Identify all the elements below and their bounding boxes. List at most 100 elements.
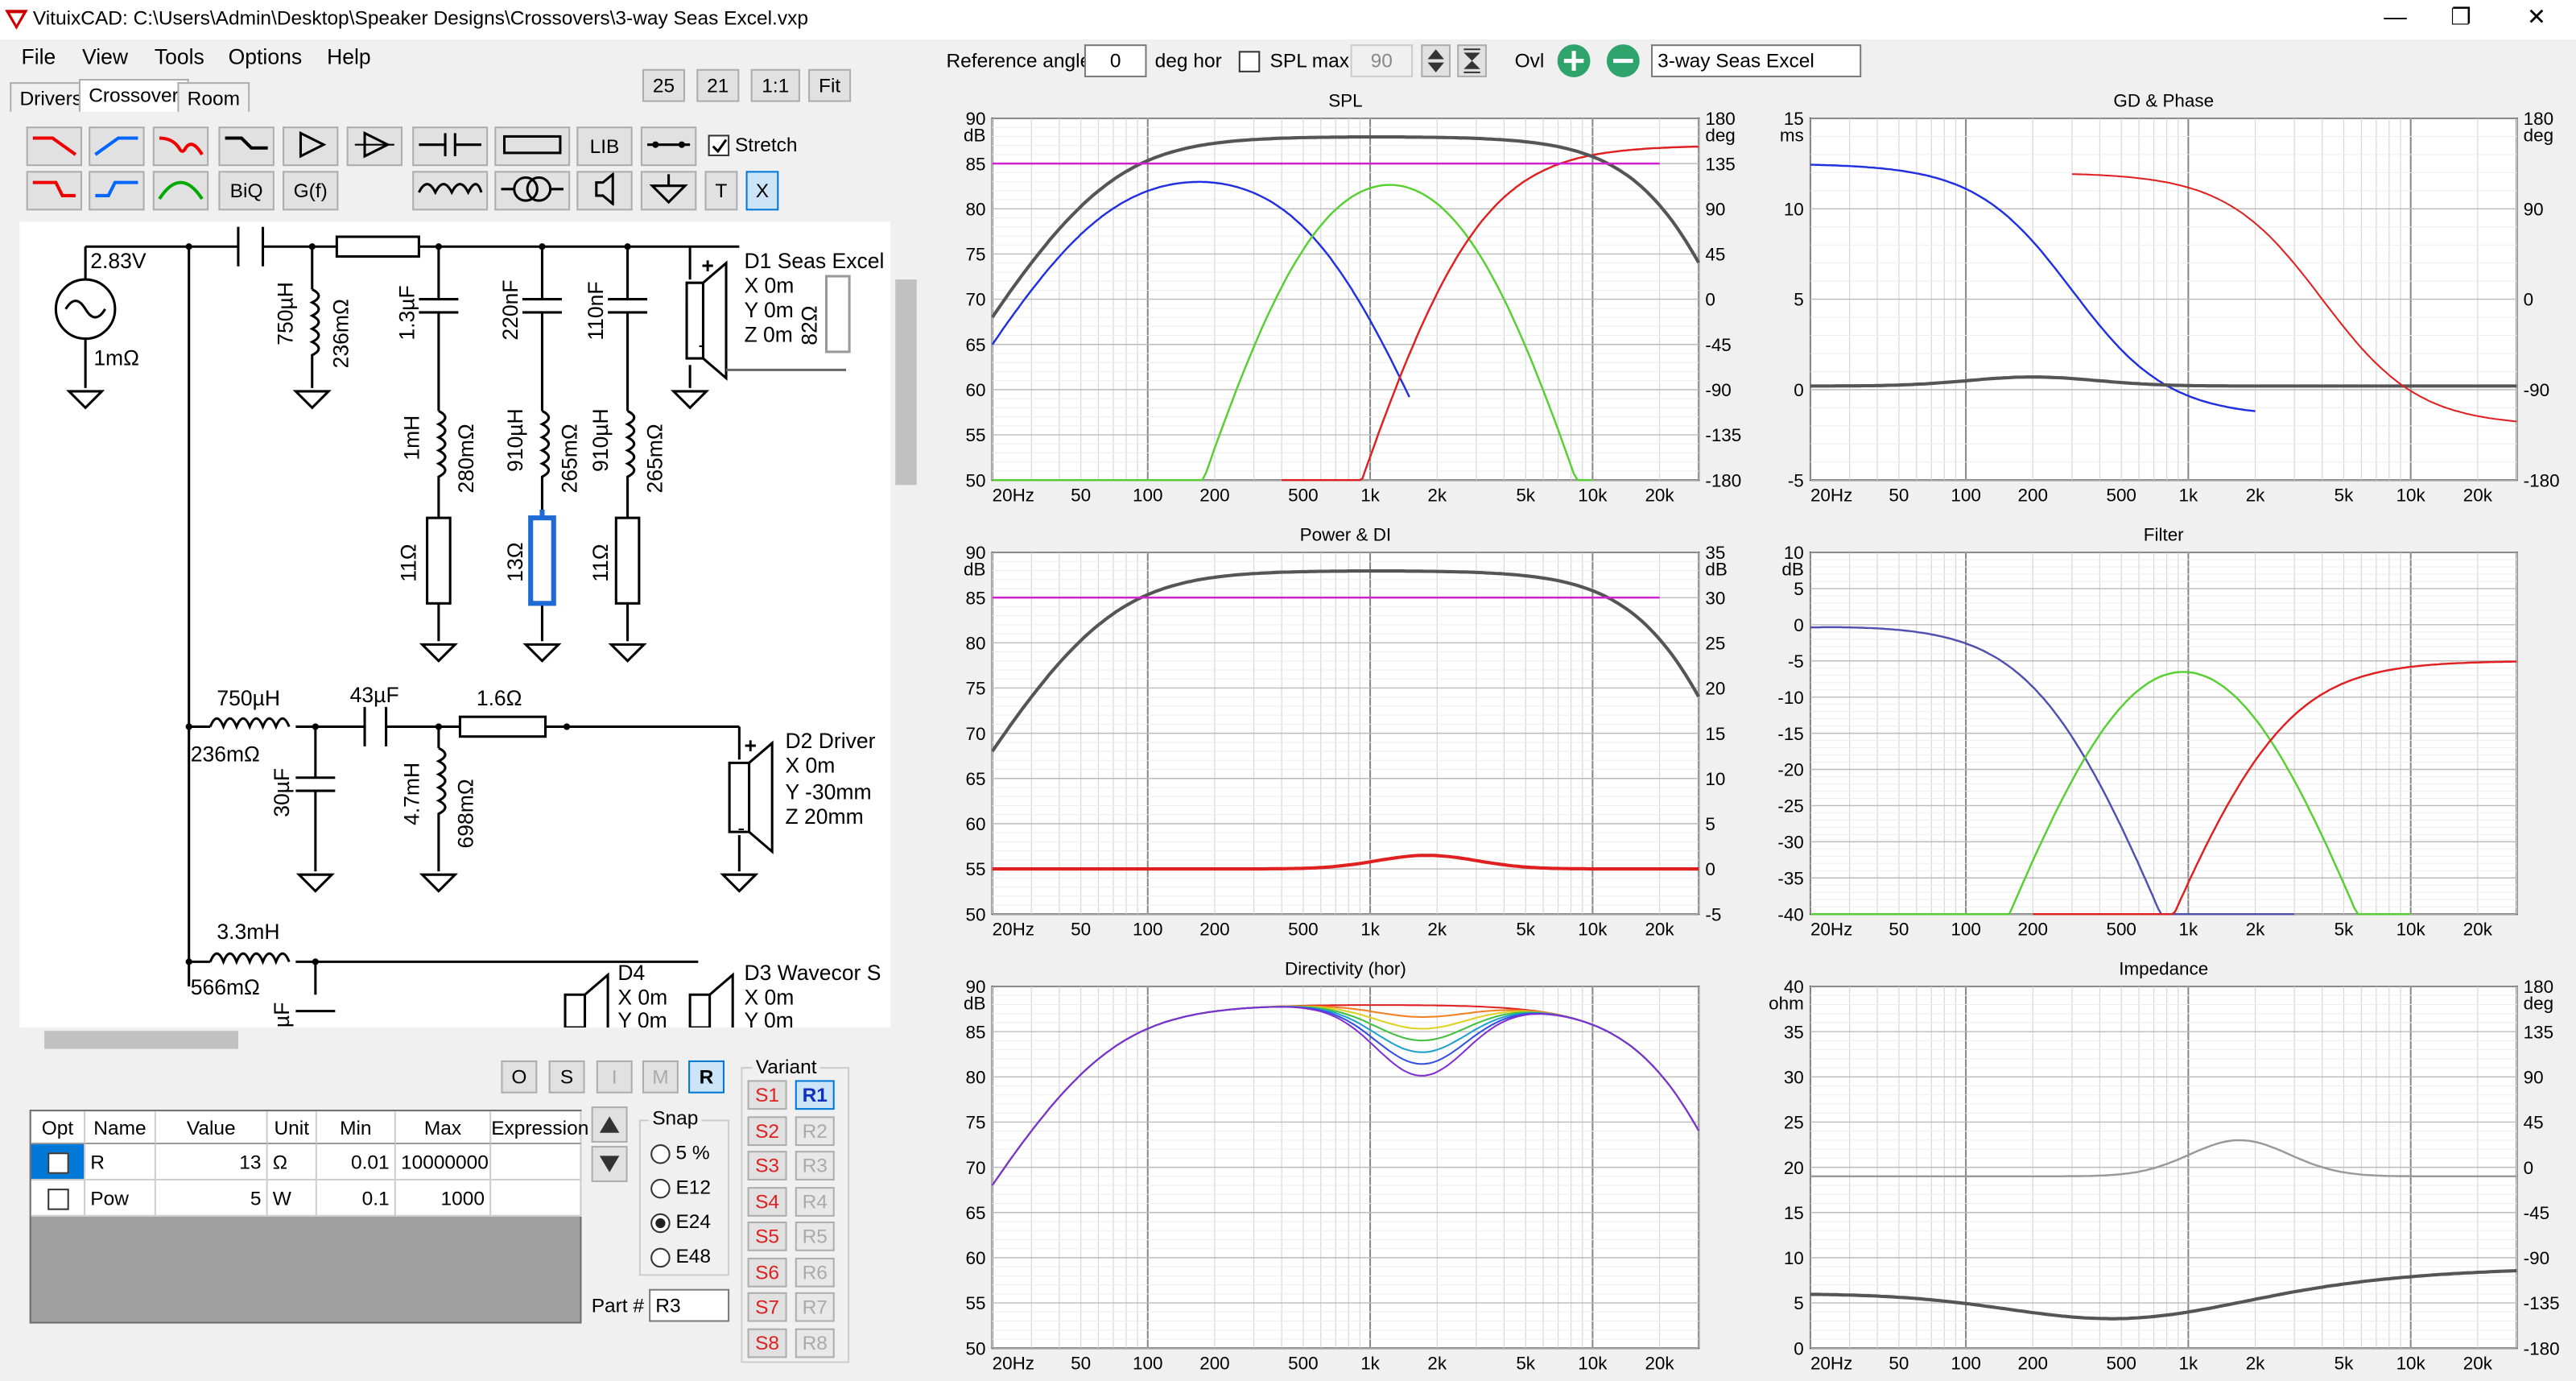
variant-r8-button[interactable]: R8	[795, 1327, 835, 1358]
row1-opt[interactable]	[31, 1144, 86, 1180]
variant-s7-button[interactable]: S7	[747, 1292, 787, 1322]
variant-r6-button[interactable]: R6	[795, 1256, 835, 1287]
shelf-button[interactable]	[218, 126, 275, 167]
variant-r3-button[interactable]: R3	[795, 1151, 835, 1180]
row1-expression[interactable]	[491, 1144, 582, 1180]
zoom-1to1-button[interactable]: 1:1	[750, 68, 800, 102]
chart-imp[interactable]: 40 35 30 25 20 15 10 5 0 180 135 90 45 0 -45 -90 -135 -18…	[1757, 953, 2566, 1378]
variant-r4-button[interactable]: R4	[795, 1186, 835, 1216]
row1-value[interactable]: 13	[155, 1144, 268, 1180]
tab-room[interactable]: Room	[177, 82, 250, 112]
chart-gd[interactable]: 15 10 5 0 -5 180 90 0 -90 -180 GD & Phase ms deg 20Hz…	[1757, 85, 2566, 510]
wire-button[interactable]	[640, 126, 697, 167]
hscroll-thumb[interactable]	[44, 1031, 238, 1049]
variant-s6-button[interactable]: S6	[747, 1256, 787, 1287]
variant-r5-button[interactable]: R5	[795, 1221, 835, 1251]
library-button[interactable]: LIB	[576, 126, 633, 167]
menu-options[interactable]: Options	[229, 44, 302, 69]
lowpass-1st-button[interactable]	[26, 126, 83, 167]
chart-pow[interactable]: 90 85 80 75 70 65 60 55 50 35 30 25 20 15 10 5 0 -5 Power …	[939, 519, 1748, 944]
schematic-hscroll[interactable]	[19, 1027, 891, 1052]
move-up-button[interactable]	[591, 1106, 628, 1143]
ground-button[interactable]	[640, 171, 697, 211]
variant-s8-button[interactable]: S8	[747, 1327, 787, 1358]
snap-group: Snap 5 % E12 E24 E48	[638, 1106, 730, 1276]
row2-opt[interactable]	[31, 1180, 86, 1217]
zoom-fit-button[interactable]: Fit	[808, 68, 852, 102]
mode-m-button[interactable]: M	[642, 1060, 679, 1094]
row1-min[interactable]: 0.01	[316, 1144, 396, 1180]
transfer-function-button[interactable]: G(f)	[283, 171, 339, 211]
mode-i-button[interactable]: I	[596, 1060, 633, 1094]
row2-expression[interactable]	[491, 1180, 582, 1217]
resistor-button[interactable]	[494, 126, 571, 167]
mode-r-button[interactable]: R	[688, 1060, 724, 1094]
spl-auto-button[interactable]	[1457, 44, 1487, 77]
highpass-icon	[95, 180, 138, 198]
bandpass-2nd-button[interactable]	[152, 171, 209, 211]
spl-spinner-button[interactable]	[1421, 44, 1451, 77]
minimize-button[interactable]: —	[2371, 3, 2420, 30]
mode-s-button[interactable]: S	[548, 1060, 585, 1094]
x-tick-label: 500	[1288, 486, 1318, 506]
menu-help[interactable]: Help	[327, 44, 371, 69]
inductor-button[interactable]	[412, 171, 489, 211]
vscroll-thumb[interactable]	[895, 279, 917, 486]
highpass-1st-button[interactable]	[89, 126, 145, 167]
schematic-vscroll[interactable]	[892, 221, 920, 1028]
chart-spl[interactable]: 90 85 80 75 70 65 60 55 50 180 135 90 45 0 -45 -90 -135-…	[939, 85, 1748, 510]
variant-r7-button[interactable]: R7	[795, 1292, 835, 1322]
spl-max-input[interactable]: 90	[1350, 44, 1414, 77]
x-button[interactable]: X	[745, 171, 779, 211]
capacitor-button[interactable]	[412, 126, 489, 167]
d4-x: X 0m	[617, 985, 667, 1009]
zoom-21-button[interactable]: 21	[696, 68, 740, 102]
row2-max[interactable]: 1000	[395, 1180, 492, 1217]
menu-file[interactable]: File	[22, 44, 56, 69]
overlay-name-input[interactable]: 3-way Seas Excel	[1651, 44, 1862, 77]
crossover-schematic[interactable]: 2.83V 1mΩ 750µH 236mΩ 1.3µF 1mH 280mΩ 11…	[19, 221, 891, 1028]
move-down-button[interactable]	[591, 1146, 628, 1182]
y2-tick-label: 10	[1705, 769, 1725, 789]
variant-s1-button[interactable]: S1	[747, 1080, 787, 1110]
y-tick-label: -5	[1788, 651, 1804, 672]
biquad-button[interactable]: BiQ	[218, 171, 275, 211]
row1-max[interactable]: 10000000	[395, 1144, 492, 1180]
maximize-button[interactable]: ❐	[2437, 3, 2486, 31]
driver-button[interactable]	[576, 171, 633, 211]
highpass-2nd-button[interactable]	[89, 171, 145, 211]
reference-angle-input[interactable]: 0	[1084, 44, 1147, 77]
lowpass-2nd-button[interactable]	[26, 171, 83, 211]
menu-view[interactable]: View	[82, 44, 128, 69]
part-number-input[interactable]: R3	[649, 1288, 730, 1322]
transformer-button[interactable]	[494, 171, 571, 211]
opamp-button[interactable]	[346, 126, 402, 167]
text-button[interactable]: T	[704, 171, 738, 211]
close-button[interactable]: ✕	[2512, 3, 2561, 31]
snap-e24-radio[interactable]: E24	[650, 1210, 711, 1233]
menu-tools[interactable]: Tools	[155, 44, 204, 69]
variant-r1-button[interactable]: R1	[795, 1080, 835, 1110]
row2-value[interactable]: 5	[155, 1180, 268, 1217]
overlay-add-button[interactable]	[1554, 43, 1594, 79]
stretch-label: Stretch	[734, 133, 798, 156]
chart-dir[interactable]: 90 85 80 75 70 65 60 55 50 Directivity (hor) dB 20H…	[939, 953, 1748, 1378]
chart-flt[interactable]: 10 5 0 -5 -10 -15 -20 -25 -30 -35 -40 Filter dB 20Hz 5…	[1757, 519, 2566, 944]
variant-s3-button[interactable]: S3	[747, 1151, 787, 1180]
variant-r2-button[interactable]: R2	[795, 1115, 835, 1146]
row2-min[interactable]: 0.1	[316, 1180, 396, 1217]
tab-crossover[interactable]: Crossover	[78, 79, 189, 112]
snap-e48-radio[interactable]: E48	[650, 1245, 711, 1267]
overlay-remove-button[interactable]	[1604, 43, 1643, 79]
snap-e12-radio[interactable]: E12	[650, 1176, 711, 1198]
zoom-25-button[interactable]: 25	[642, 68, 686, 102]
variant-s4-button[interactable]: S4	[747, 1186, 787, 1216]
variant-s2-button[interactable]: S2	[747, 1115, 787, 1146]
spl-max-checkbox[interactable]	[1238, 49, 1261, 73]
mode-o-button[interactable]: O	[501, 1060, 538, 1094]
stretch-checkbox[interactable]: Stretch	[708, 133, 798, 157]
snap-5pct-radio[interactable]: 5 %	[650, 1141, 710, 1164]
bandpass-button[interactable]	[152, 126, 209, 167]
variant-s5-button[interactable]: S5	[747, 1221, 787, 1251]
buffer-button[interactable]	[283, 126, 339, 167]
